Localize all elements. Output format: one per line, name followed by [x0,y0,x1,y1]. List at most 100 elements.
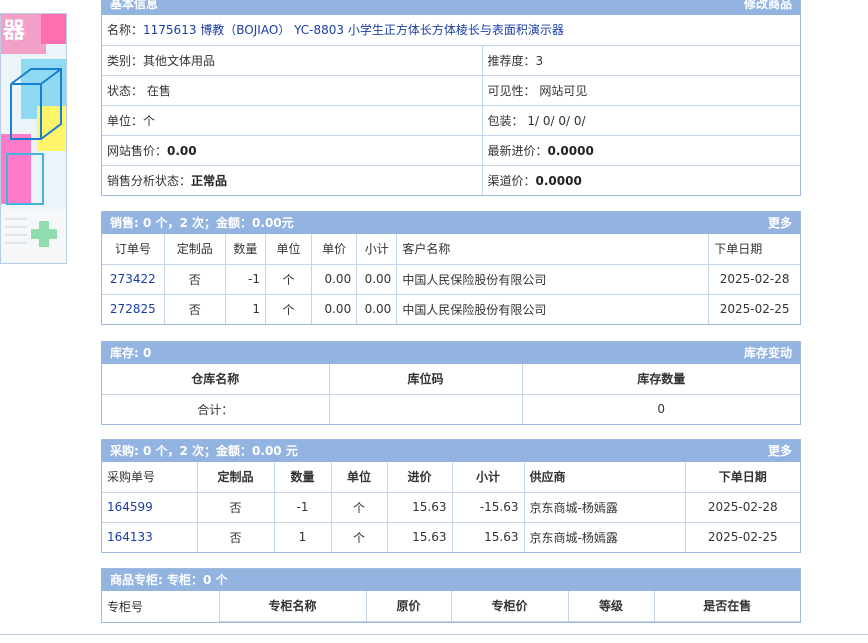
visibility-cell: 可见性： 网站可见 [481,74,801,106]
packing-cell: 包装： 1/ 0/ 0/ 0/ [481,104,801,136]
cost-cell: 15.63 [386,521,453,552]
purchase-col-order-no: 采购单号 [102,462,198,493]
product-name-link[interactable]: 1175613 博教（BOJIAO） YC-8803 小学生正方体长方体棱长与表… [143,23,564,37]
counter-header: 商品专柜: 专柜：0 个 [102,569,800,591]
edit-product-link[interactable]: 修改商品 [744,0,792,15]
name-row: 名称：1175613 博教（BOJIAO） YC-8803 小学生正方体长方体棱… [102,15,801,46]
order-no[interactable]: 273422 [110,272,156,286]
date-cell: 2025-02-28 [708,263,800,295]
counter-header-row: 专柜号 专柜名称 原价 专柜价 等级 是否在售 [102,591,800,622]
status-cell: 状态： 在售 [102,74,483,106]
purchase-no[interactable]: 164133 [107,530,153,544]
date-cell: 2025-02-28 [684,491,800,523]
counter-title: 商品专柜: 专柜：0 个 [110,573,228,587]
counter-col-on-sale: 是否在售 [653,591,800,622]
status-label: 状态： [107,83,144,98]
stock-total-qty: 0 [521,393,800,424]
purchase-no[interactable]: 164599 [107,500,153,514]
purchase-header-row: 采购单号 定制品 数量 单位 进价 小计 供应商 下单日期 [102,462,800,493]
sales-order-link[interactable]: 273422 [102,263,165,295]
counter-col-name: 专柜名称 [218,591,367,622]
subtotal-cell: 0.00 [356,263,398,295]
order-no[interactable]: 272825 [110,302,156,316]
cost-cell: 15.63 [386,491,453,523]
qty-cell: 1 [273,521,332,552]
purchase-panel: 采购: 0 个，2 次；金额：0.00 元 更多 采购单号 定制品 数量 单位 … [101,439,801,553]
svg-text:器: 器 [2,19,26,44]
packing-label: 包装： [487,113,524,128]
name-label: 名称： [107,23,144,38]
sales-header: 销售: 0 个，2 次；金额：0.00元 更多 [102,212,800,234]
sales-status-label: 销售分析状态： [107,173,192,188]
table-row: 164133 否 1 个 15.63 15.63 京东商城-杨嫣露 2025-0… [102,521,800,552]
counter-col-level: 等级 [567,591,655,622]
purchase-title: 采购: 0 个，2 次；金额：0.00 元 [110,444,298,458]
unit-cell: 个 [330,521,388,552]
recommend-label: 推荐度： [487,53,536,68]
sales-more-link[interactable]: 更多 [768,212,792,234]
customer-cell: 中国人民保险股份有限公司 [396,263,710,295]
purchase-more-link[interactable]: 更多 [768,440,792,462]
custom-cell: 否 [163,263,226,295]
custom-cell: 否 [196,521,275,552]
purchase-order-link[interactable]: 164133 [102,521,198,552]
packing-value: 1/ 0/ 0/ 0/ [527,113,586,128]
table-row: 272825 否 1 个 0.00 0.00 中国人民保险股份有限公司 2025… [102,293,800,324]
purchase-table: 采购单号 定制品 数量 单位 进价 小计 供应商 下单日期 164599 否 -… [102,462,800,552]
stock-change-link[interactable]: 库存变动 [744,342,792,364]
purchase-col-unit: 单位 [330,462,388,493]
stock-col-location: 库位码 [328,364,523,395]
qty-cell: -1 [224,263,266,295]
sales-col-subtotal: 小计 [356,234,398,265]
counter-col-no: 专柜号 [102,591,220,621]
recommend-value: 3 [535,53,544,68]
stock-total-row: 合计： 0 [102,393,800,424]
qty-cell: 1 [224,293,266,324]
sales-header-row: 订单号 定制品 数量 单位 单价 小计 客户名称 下单日期 [102,234,800,265]
sales-col-custom: 定制品 [163,234,226,265]
visibility-value: 网站可见 [539,83,588,98]
unit-cell: 个 [264,263,313,295]
sales-status-value: 正常品 [191,173,228,188]
table-row: 164599 否 -1 个 15.63 -15.63 京东商城-杨嫣露 2025… [102,491,800,523]
category-cell: 类别：其他文体用品 [102,44,483,76]
counter-col-counter-price: 专柜价 [450,591,569,622]
channel-price-label: 渠道价： [487,173,536,188]
status-value: 在售 [146,83,171,98]
unit-cell: 个 [264,293,313,324]
unit-label: 单位： [107,113,144,128]
purchase-order-link[interactable]: 164599 [102,491,198,523]
purchase-col-date: 下单日期 [684,462,800,493]
latest-cost-value: 0.0000 [547,143,594,158]
category-value: 其他文体用品 [143,53,216,68]
recommend-cell: 推荐度：3 [481,44,801,76]
counter-col-orig-price: 原价 [365,591,452,622]
product-thumbnail[interactable]: 器 [0,13,67,264]
stock-panel: 库存: 0 库存变动 仓库名称 库位码 库存数量 合计： 0 [101,341,801,425]
purchase-col-supplier: 供应商 [523,462,686,493]
channel-price-value: 0.0000 [535,173,582,188]
site-price-cell: 网站售价：0.00 [102,134,483,166]
subtotal-cell: -15.63 [451,491,525,523]
price-cell: 0.00 [311,263,358,295]
sales-col-customer: 客户名称 [396,234,710,265]
purchase-col-qty: 数量 [273,462,332,493]
sales-col-order-no: 订单号 [102,234,165,265]
date-cell: 2025-02-25 [708,293,800,324]
stock-header-row: 仓库名称 库位码 库存数量 [102,364,800,395]
latest-cost-label: 最新进价： [487,143,548,158]
sales-order-link[interactable]: 272825 [102,293,165,324]
sales-col-date: 下单日期 [708,234,800,265]
name-cell: 名称：1175613 博教（BOJIAO） YC-8803 小学生正方体长方体棱… [102,15,801,46]
stock-title: 库存: 0 [110,346,152,360]
subtotal-cell: 0.00 [356,293,398,324]
product-image: 器 [1,14,66,263]
table-row: 273422 否 -1 个 0.00 0.00 中国人民保险股份有限公司 202… [102,263,800,295]
bottom-divider [0,634,868,635]
stock-total-label: 合计： [102,393,330,424]
site-price-label: 网站售价： [107,143,168,158]
subtotal-cell: 15.63 [451,521,525,552]
sales-panel: 销售: 0 个，2 次；金额：0.00元 更多 订单号 定制品 数量 单位 单价… [101,211,801,325]
unit-cell: 个 [330,491,388,523]
stock-col-warehouse: 仓库名称 [102,364,330,395]
